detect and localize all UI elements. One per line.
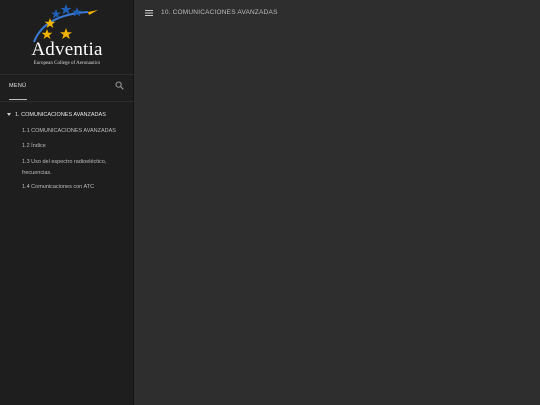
toc-item-1-4[interactable]: 1.4 Comunicaciones con ATC	[22, 182, 127, 193]
menu-tab-indicator	[9, 99, 27, 100]
menu-tab[interactable]: MENÚ	[9, 83, 26, 89]
logo-name: Adventia	[31, 39, 103, 60]
toc-item-1[interactable]: 1. COMUNICACIONES AVANZADAS	[7, 110, 106, 121]
toc-item-1-3[interactable]: 1.3 Uso del espectro radioeléctico, frec…	[22, 157, 127, 179]
hamburger-icon[interactable]	[145, 10, 153, 16]
search-icon[interactable]	[115, 81, 124, 90]
toc-item-label: 1. COMUNICACIONES AVANZADAS	[15, 112, 106, 118]
logo[interactable]: Adventia European College of Aeronautics	[0, 0, 134, 74]
page-title: 10. COMUNICACIONES AVANZADAS	[161, 9, 278, 16]
content-area	[134, 26, 540, 405]
sidebar: Adventia European College of Aeronautics…	[0, 0, 134, 405]
logo-subtitle: European College of Aeronautics	[33, 61, 101, 66]
logo-stars-icon	[33, 4, 98, 43]
top-bar: 10. COMUNICACIONES AVANZADAS	[134, 0, 540, 26]
toc-item-1-2[interactable]: 1.2 Índice	[22, 141, 127, 152]
caret-down-icon[interactable]	[7, 113, 11, 117]
toc-item-1-1[interactable]: 1.1 COMUNICACIONES AVANZADAS	[22, 126, 127, 137]
menu-tab-bar: MENÚ	[0, 74, 134, 102]
